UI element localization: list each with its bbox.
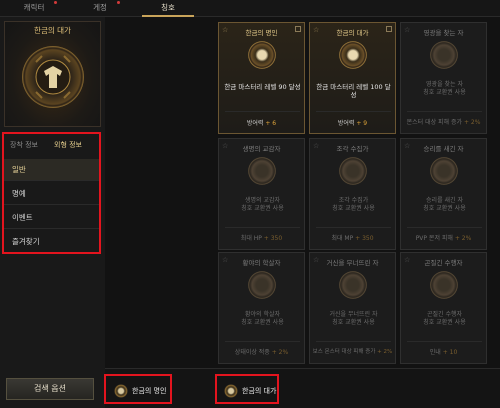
equipped-title-panel: 한금의 대가: [4, 21, 101, 127]
card-title: 황야의 학살자: [242, 259, 281, 267]
card-stat: 몬스터 대상 피해 증가 + 2%: [401, 117, 486, 126]
divider: [316, 227, 391, 228]
title-card[interactable]: ☆ 승리를 새긴 자 승리를 새긴 자 칭호 교환권 사용 PVP 몬저 피해 …: [400, 138, 487, 250]
card-condition: 승리를 새긴 자 칭호 교환권 사용: [423, 197, 466, 212]
title-card[interactable]: ☆ 영광을 찾는 자 영광을 찾는 자 칭호 교환권 사용 몬스터 대상 피해 …: [400, 22, 487, 134]
card-title: 한금의 대가: [336, 29, 369, 37]
title-medal-icon: [248, 157, 276, 185]
stat-value: + 6: [265, 120, 277, 127]
divider: [316, 341, 391, 342]
title-medal-icon: [430, 41, 458, 69]
category-favorites[interactable]: 즐겨찾기: [4, 231, 99, 253]
divider: [225, 227, 300, 228]
search-options-button[interactable]: 검색 옵션: [6, 378, 94, 400]
card-condition: 황야의 학살자 칭호 교환권 사용: [241, 311, 284, 326]
stat-value: + 350: [355, 235, 374, 242]
card-condition: 조각 수집가 칭호 교환권 사용: [332, 197, 375, 212]
equipped-title-name: 한금의 대가: [34, 26, 71, 35]
card-condition: 거신을 무너뜨린 자 칭호 교환권 사용: [329, 311, 378, 326]
card-condition: 곤질긴 수행자 칭호 교환권 사용: [423, 311, 466, 326]
card-title: 영광을 찾는 자: [423, 29, 464, 37]
tab-label: 게정: [93, 3, 107, 12]
title-medal-icon: [339, 41, 367, 69]
title-card[interactable]: ☆ 생명의 교감자 생명의 교감자 칭호 교환권 사용 최대 HP + 350: [218, 138, 305, 250]
left-panel: 한금의 대가 장착 정보 외형 정보 일반 명예 이벤트 즐겨찾기: [0, 17, 105, 408]
card-condition: 생명의 교감자 칭호 교환권 사용: [241, 197, 284, 212]
card-condition: 영광을 찾는 자 칭호 교환권 사용: [423, 81, 466, 96]
divider: [407, 341, 482, 342]
subtab-equip-info[interactable]: 장착 정보: [10, 140, 38, 150]
title-card[interactable]: ☆ 한금의 대가 한금 마스터리 레벨 100 달성 방어력 + 9: [309, 22, 396, 134]
divider: [316, 111, 391, 112]
divider: [407, 111, 482, 112]
title-card[interactable]: ☆ 한금의 명인 한금 마스터리 레벨 90 달성 방어력 + 6: [218, 22, 305, 134]
slot-label: 한금의 명인: [132, 387, 167, 395]
card-title: 곤질긴 수행자: [424, 259, 463, 267]
category-event[interactable]: 이벤트: [4, 207, 99, 229]
title-medal-icon: [339, 157, 367, 185]
card-title: 생명의 교감자: [242, 145, 281, 153]
stat-name: 상태이상 적중: [234, 349, 270, 356]
title-medal-icon: [430, 271, 458, 299]
card-stat: 인내 + 10: [401, 347, 486, 356]
title-medal-icon: [430, 157, 458, 185]
tab-title[interactable]: 칭호: [142, 0, 194, 17]
tab-character[interactable]: 캐릭터: [10, 0, 58, 17]
top-tab-bar: 캐릭터 게정 칭호: [0, 0, 500, 17]
stat-value: + 10: [442, 349, 458, 356]
equipped-slot-1[interactable]: 한금의 명인: [110, 380, 172, 402]
subtab-appearance-info[interactable]: 외형 정보: [54, 140, 82, 150]
divider: [225, 111, 300, 112]
slot-label: 한금의 대가: [242, 387, 277, 395]
info-subtabs: 장착 정보 외형 정보: [4, 137, 99, 155]
divider: [225, 341, 300, 342]
equipped-slot-2[interactable]: 한금의 대가: [220, 380, 280, 402]
title-emblem-icon: [22, 46, 84, 108]
card-stat: 최대 HP + 350: [219, 233, 304, 242]
category-honor[interactable]: 명예: [4, 183, 99, 205]
card-stat: 상태이상 적중 + 2%: [219, 347, 304, 356]
card-stat: PVP 몬저 피해 + 2%: [401, 233, 486, 242]
title-card[interactable]: ☆ 곤질긴 수행자 곤질긴 수행자 칭호 교환권 사용 인내 + 10: [400, 252, 487, 364]
tab-account[interactable]: 게정: [80, 0, 120, 17]
stat-value: + 2%: [271, 349, 289, 356]
stat-name: 인내: [429, 349, 441, 356]
card-stat: 최대 MP + 350: [310, 233, 395, 242]
stat-value: + 2%: [463, 119, 481, 126]
card-condition: 한금 마스터리 레벨 90 달성: [224, 83, 301, 91]
title-medal-icon: [224, 384, 238, 398]
card-title: 조각 수집가: [336, 145, 369, 153]
card-title: 한금의 명인: [245, 29, 278, 37]
stat-value: + 9: [356, 120, 368, 127]
stat-name: 최대 MP: [331, 235, 354, 242]
notification-dot: [54, 1, 57, 4]
stat-value: + 350: [263, 235, 283, 242]
title-card[interactable]: ☆ 황야의 학살자 황야의 학살자 칭호 교환권 사용 상태이상 적중 + 2%: [218, 252, 305, 364]
stat-name: 보스 몬스터 대상 피해 증가: [312, 349, 376, 355]
card-stat: 방어력 + 6: [219, 118, 304, 127]
title-card[interactable]: ☆ 거신을 무너뜨린 자 거신을 무너뜨린 자 칭호 교환권 사용 보스 몬스터…: [309, 252, 396, 364]
stat-name: 최대 HP: [240, 235, 262, 242]
divider: [407, 227, 482, 228]
notification-dot: [117, 1, 120, 4]
card-stat: 보스 몬스터 대상 피해 증가 + 2%: [310, 347, 395, 355]
stat-name: 방어력: [246, 120, 264, 127]
card-title: 거신을 무너뜨린 자: [326, 259, 379, 267]
card-stat: 방어력 + 9: [310, 118, 395, 127]
title-medal-icon: [248, 41, 276, 69]
title-card[interactable]: ☆ 조각 수집가 조각 수집가 칭호 교환권 사용 최대 MP + 350: [309, 138, 396, 250]
title-medal-icon: [339, 271, 367, 299]
stat-value: + 2%: [454, 235, 472, 242]
title-medal-icon: [114, 384, 128, 398]
stat-value: + 2%: [377, 349, 393, 355]
card-title: 승리를 새긴 자: [423, 145, 464, 153]
stat-name: PVP 몬저 피해: [415, 235, 453, 242]
stat-name: 방어력: [337, 120, 355, 127]
category-general[interactable]: 일반: [4, 159, 99, 181]
card-condition: 한금 마스터리 레벨 100 달성: [316, 83, 391, 99]
stat-name: 몬스터 대상 피해 증가: [406, 119, 463, 126]
tab-label: 칭호: [161, 3, 175, 12]
tab-label: 캐릭터: [23, 3, 45, 12]
title-medal-icon: [248, 271, 276, 299]
